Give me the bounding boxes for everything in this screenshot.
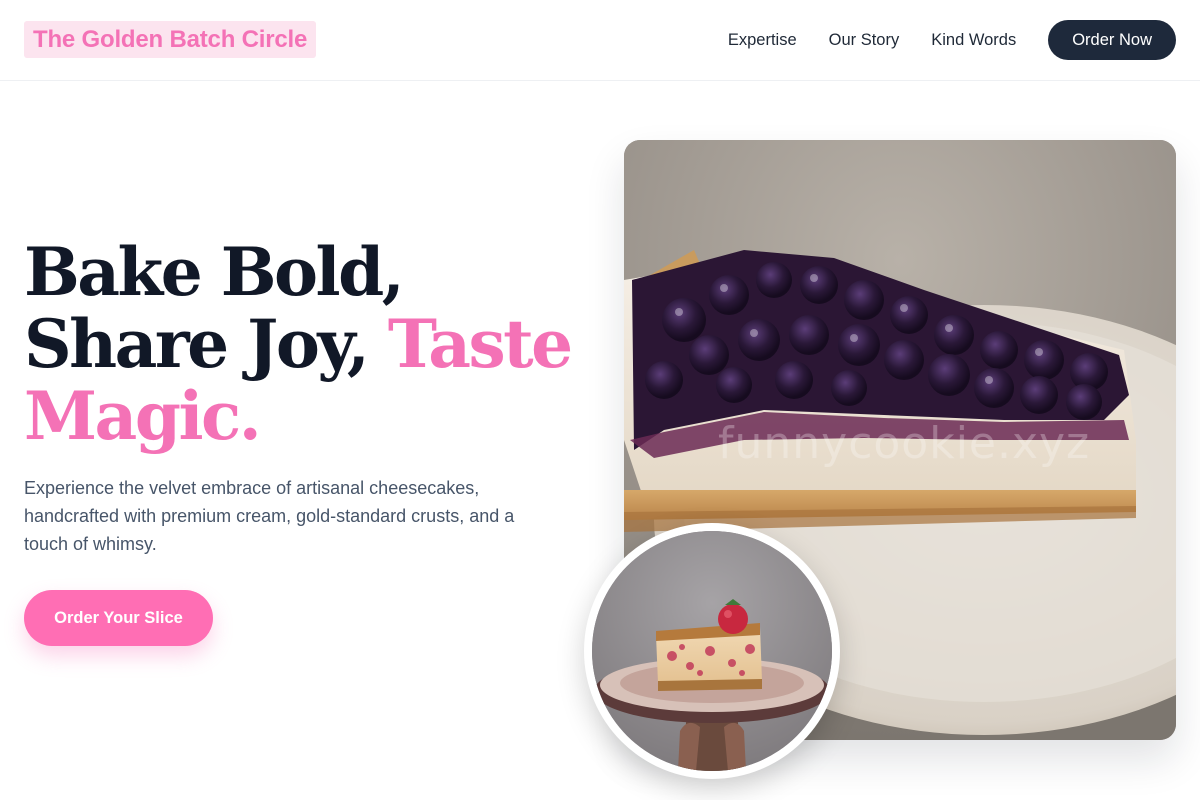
order-your-slice-button[interactable]: Order Your Slice bbox=[24, 590, 213, 646]
brand-logo[interactable]: The Golden Batch Circle bbox=[24, 21, 317, 58]
headline-line-1: Bake Bold, bbox=[24, 233, 405, 311]
slice-inset-image bbox=[584, 523, 840, 779]
nav-link-our-story[interactable]: Our Story bbox=[829, 31, 900, 50]
order-now-button[interactable]: Order Now bbox=[1048, 20, 1176, 60]
nav-link-expertise[interactable]: Expertise bbox=[728, 31, 797, 50]
main-nav: Expertise Our Story Kind Words Order Now bbox=[728, 20, 1176, 60]
headline-line-2: Share Joy, bbox=[24, 305, 388, 383]
hero-headline: Bake Bold, Share Joy, Taste Magic. bbox=[24, 236, 584, 452]
watermark-text: funnycookie.xyz bbox=[718, 418, 1091, 469]
site-header: The Golden Batch Circle Expertise Our St… bbox=[0, 0, 1200, 81]
cheesecake-slice-on-plate-illustration bbox=[592, 531, 832, 771]
headline-accent-taste: Taste bbox=[387, 305, 573, 383]
nav-link-kind-words[interactable]: Kind Words bbox=[931, 31, 1016, 50]
headline-accent-magic: Magic. bbox=[24, 377, 262, 455]
inset-photo bbox=[592, 531, 832, 771]
hero-lead-text: Experience the velvet embrace of artisan… bbox=[24, 478, 515, 554]
